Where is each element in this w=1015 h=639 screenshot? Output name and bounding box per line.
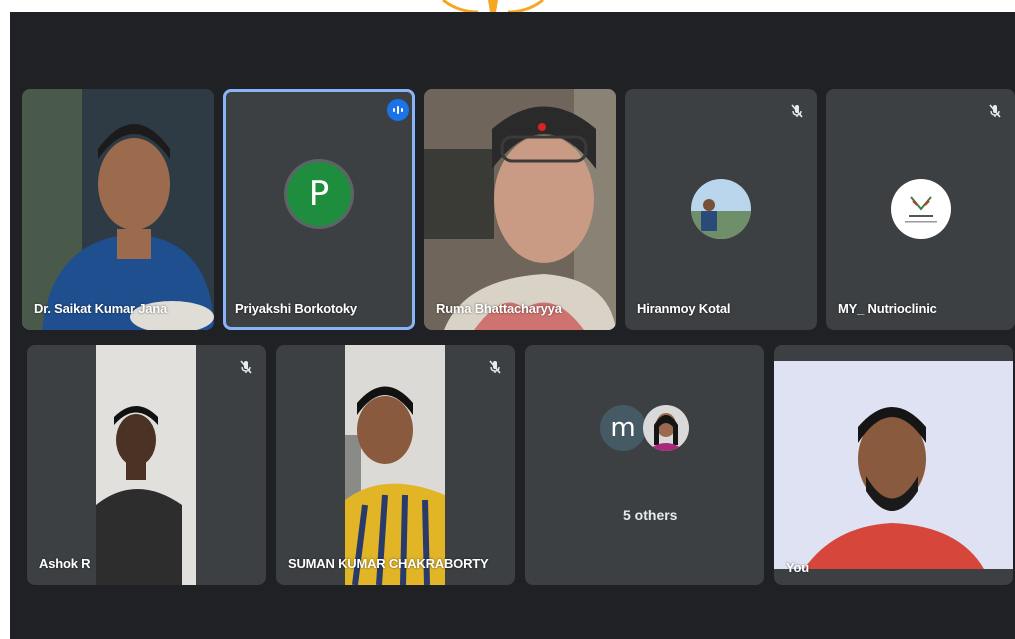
participant-tile[interactable]: Hiranmoy Kotal [625, 89, 817, 330]
self-video [774, 361, 1013, 569]
participant-video [424, 89, 616, 330]
participant-tile[interactable]: Ashok R [27, 345, 266, 585]
others-tile[interactable]: m 5 others [525, 345, 764, 585]
participant-tile[interactable]: Dr. Saikat Kumar Jana [22, 89, 214, 330]
participant-name: You [786, 560, 809, 575]
avatar: m [600, 405, 646, 451]
participant-name: MY_ Nutrioclinic [838, 301, 937, 316]
participant-tile[interactable]: MY_ Nutrioclinic [826, 89, 1015, 330]
participant-video [345, 345, 445, 585]
participant-tile[interactable]: SUMAN KUMAR CHAKRABORTY [276, 345, 515, 585]
avatar [891, 179, 951, 239]
participant-tile[interactable]: P Priyakshi Borkotoky [223, 89, 415, 330]
participant-tile[interactable]: Ruma Bhattacharyya [424, 89, 616, 330]
participant-name: Priyakshi Borkotoky [235, 301, 357, 316]
participant-name: Ashok R [39, 556, 91, 571]
avatar [691, 179, 751, 239]
meeting-grid: Dr. Saikat Kumar Jana P Priyakshi Borkot… [10, 12, 1015, 639]
mic-off-icon [234, 355, 258, 379]
participant-video [22, 89, 214, 330]
audio-level-icon [387, 99, 409, 121]
participant-name: SUMAN KUMAR CHAKRABORTY [288, 556, 489, 571]
mic-off-icon [785, 99, 809, 123]
participant-name: Ruma Bhattacharyya [436, 301, 562, 316]
participant-name: Dr. Saikat Kumar Jana [34, 301, 168, 316]
mic-off-icon [483, 355, 507, 379]
self-tile[interactable]: You [774, 345, 1013, 585]
avatar: P [287, 162, 351, 226]
others-count: 5 others [623, 507, 678, 523]
mic-off-icon [983, 99, 1007, 123]
participant-video [96, 345, 196, 585]
logo-fragment [442, 0, 544, 12]
avatar [643, 405, 689, 451]
participant-name: Hiranmoy Kotal [637, 301, 731, 316]
